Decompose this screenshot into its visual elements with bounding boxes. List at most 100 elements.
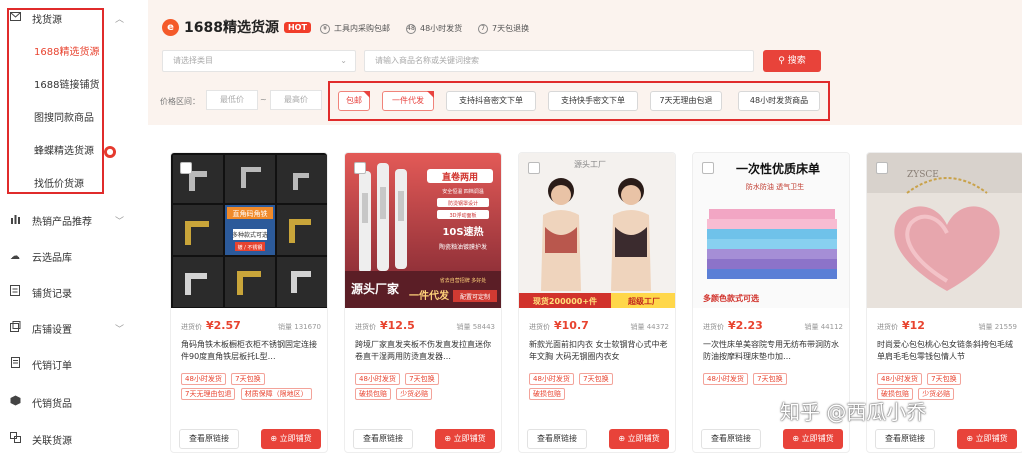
image-caption: 直角码角铁 <box>233 209 268 218</box>
image-caption: 省去自营招牌 多好处 <box>440 277 487 284</box>
product-tag: 48小时发货 <box>181 373 226 385</box>
select-checkbox[interactable] <box>180 162 192 174</box>
view-source-link-button[interactable]: 查看原链接 <box>527 429 587 449</box>
filter-douyin[interactable]: 支持抖音密文下单 <box>446 91 536 111</box>
filter-free-shipping[interactable]: 包邮 <box>338 91 370 111</box>
category-placeholder: 请选择类目 <box>173 56 213 65</box>
price-row: 进货价 ¥12.5 销量 58443 <box>355 319 495 332</box>
return-icon: 7 <box>478 23 488 34</box>
product-title[interactable]: 跨境厂家直发夹板不伤发直发拉直迷你卷直干湿两用防烫直发器… <box>355 339 495 363</box>
cloud-icon: ☁ <box>10 250 20 262</box>
sidebar-item-cloud[interactable]: ☁ 云选品库 <box>8 244 132 268</box>
sidebar-item-label: 代销订单 <box>32 360 72 372</box>
filter-48h[interactable]: 48小时发货商品 <box>738 91 820 111</box>
sidebar-sub-1688-select[interactable]: 1688精选货源 <box>34 45 99 61</box>
sidebar-item-store-settings[interactable]: 店铺设置 ﹀ <box>8 316 132 340</box>
select-checkbox[interactable] <box>876 162 888 174</box>
product-title[interactable]: 角码角铁木板橱柜衣柜不锈钢固定连接件90度直角铁层板托L型… <box>181 339 321 363</box>
product-card[interactable]: 直卷两用 安全恒温 四档调温 防烫钢罩设计 3D浮动面板 10S速热 陶瓷釉油镀… <box>344 152 502 453</box>
product-title[interactable]: 一次性床单美容院专用无纺布带洞防水防油按摩料理床垫巾加… <box>703 339 843 363</box>
sidebar-sub-1688-link[interactable]: 1688链接铺货 <box>34 78 99 94</box>
filter-7day-return[interactable]: 7天无理由包退 <box>650 91 722 111</box>
list-now-button[interactable]: ⊕ 立即铺货 <box>957 429 1017 449</box>
product-card[interactable]: 源头工厂 现货200000+件 超级工厂 进货价 ¥10.7 销量 44372 … <box>518 152 676 453</box>
yuan-icon: ¥ <box>320 23 330 34</box>
view-source-link-button[interactable]: 查看原链接 <box>701 429 761 449</box>
sidebar-item-hot[interactable]: 热销产品推荐 ﹀ <box>8 208 132 232</box>
image-caption: 陶瓷釉油镀膜护发 <box>439 243 487 251</box>
list-icon: ⊕ <box>966 434 974 443</box>
chevron-down-icon: ⌄ <box>340 56 347 65</box>
list-now-label: 立即铺货 <box>453 434 486 443</box>
list-now-button[interactable]: ⊕ 立即铺货 <box>783 429 843 449</box>
max-price-input[interactable]: 最高价 <box>270 90 322 110</box>
sidebar-item-orders[interactable]: 代销订单 <box>8 352 132 376</box>
feature-label: 7天包退换 <box>492 24 530 33</box>
product-tags: 48小时发货 7天包换 <box>703 373 847 388</box>
price-value: ¥10.7 <box>554 319 589 332</box>
feature-7day: 7 7天包退换 <box>478 23 529 34</box>
select-checkbox[interactable] <box>702 162 714 174</box>
product-tags: 48小时发货 7天包换 7天无理由包退 材质保障（限地区） <box>181 373 325 403</box>
search-button-label: 搜索 <box>787 56 806 66</box>
list-now-label: 立即铺货 <box>279 434 312 443</box>
search-button[interactable]: ⚲ 搜索 <box>763 50 821 72</box>
sidebar-item-label: 云选品库 <box>32 252 72 264</box>
sidebar-item-linked[interactable]: 关联货源 <box>8 427 132 451</box>
select-checkbox[interactable] <box>528 162 540 174</box>
image-caption: 多种款式可选 <box>232 231 268 239</box>
price-value: ¥2.57 <box>206 319 241 332</box>
min-price-input[interactable]: 最低价 <box>206 90 258 110</box>
price-label: 进货价 <box>877 323 898 331</box>
product-tag: 材质保障（限地区） <box>240 388 312 400</box>
filter-dropship[interactable]: 一件代发 <box>382 91 434 111</box>
image-caption: 防烫钢罩设计 <box>448 200 478 207</box>
image-caption: 防水防油 透气卫生 <box>746 182 804 191</box>
watermark: 知乎 @西瓜小乔 <box>780 400 927 424</box>
sidebar-group-find-source[interactable]: 找货源 ︿ <box>8 6 132 30</box>
image-caption: 超级工厂 <box>627 296 660 306</box>
product-tag: 48小时发货 <box>529 373 574 385</box>
product-card[interactable]: 直角码角铁 多种款式可选 镀 / 不锈钢 进货价 ¥2.57 销量 131670… <box>170 152 328 453</box>
product-tag: 48小时发货 <box>355 373 400 385</box>
sidebar-sub-butterfly[interactable]: 蜂蝶精选货源 <box>34 144 94 160</box>
chevron-down-icon[interactable]: ﹀ <box>115 214 124 227</box>
list-now-button[interactable]: ⊕ 立即铺货 <box>435 429 495 449</box>
view-source-link-button[interactable]: 查看原链接 <box>875 429 935 449</box>
logo-icon: e <box>162 18 179 36</box>
chevron-down-icon[interactable]: ﹀ <box>115 322 124 335</box>
filter-kuaishou[interactable]: 支持快手密文下单 <box>548 91 638 111</box>
price-label: 进货价 <box>703 323 724 331</box>
product-tag: 少货必赔 <box>396 388 433 400</box>
price-label: 进货价 <box>355 323 376 331</box>
brand-title: 1688精选货源 <box>184 20 279 36</box>
category-select[interactable]: 请选择类目 ⌄ <box>162 50 356 72</box>
product-image: 一次性优质床单 防水防油 透气卫生 多颜色款式可选 <box>693 153 849 308</box>
sidebar-item-records[interactable]: 铺货记录 <box>8 280 132 304</box>
product-tag: 48小时发货 <box>877 373 922 385</box>
image-caption: 镀 / 不锈钢 <box>238 244 263 251</box>
sidebar-item-goods[interactable]: 代销货品 <box>8 390 132 414</box>
product-image: 直角码角铁 多种款式可选 镀 / 不锈钢 <box>171 153 327 308</box>
image-caption: 一件代发 <box>409 289 450 302</box>
select-checkbox[interactable] <box>354 162 366 174</box>
product-tag: 7天包换 <box>231 373 265 385</box>
product-title[interactable]: 新款光面前扣内衣 女士软钢背心式中老年文胸 大码无钢圈内衣女 <box>529 339 669 363</box>
list-icon: ⊕ <box>618 434 626 443</box>
list-now-button[interactable]: ⊕ 立即铺货 <box>609 429 669 449</box>
image-caption: 一次性优质床单 <box>736 161 820 176</box>
price-row: 进货价 ¥10.7 销量 44372 <box>529 319 669 332</box>
list-now-button[interactable]: ⊕ 立即铺货 <box>261 429 321 449</box>
product-title[interactable]: 时尚爱心包包桃心包女链条斜挎包毛绒单肩毛毛包零钱包情人节 <box>877 339 1017 363</box>
image-caption: ZYSCE <box>907 170 939 180</box>
product-tag: 7天无理由包退 <box>181 388 236 400</box>
sidebar-sub-image-search[interactable]: 图搜同款商品 <box>34 111 94 127</box>
chevron-up-icon[interactable]: ︿ <box>115 12 124 25</box>
product-tag: 48小时发货 <box>703 373 748 385</box>
view-source-link-button[interactable]: 查看原链接 <box>179 429 239 449</box>
view-source-link-button[interactable]: 查看原链接 <box>353 429 413 449</box>
keyword-search-input[interactable]: 请输入商品名称或关键词搜索 <box>364 50 754 72</box>
sidebar-sub-low-price[interactable]: 找低价货源 <box>34 177 84 193</box>
sidebar-item-label: 铺货记录 <box>32 288 72 300</box>
sidebar: 找货源 ︿ 1688精选货源 1688链接铺货 图搜同款商品 蜂蝶精选货源 ● … <box>0 0 140 453</box>
